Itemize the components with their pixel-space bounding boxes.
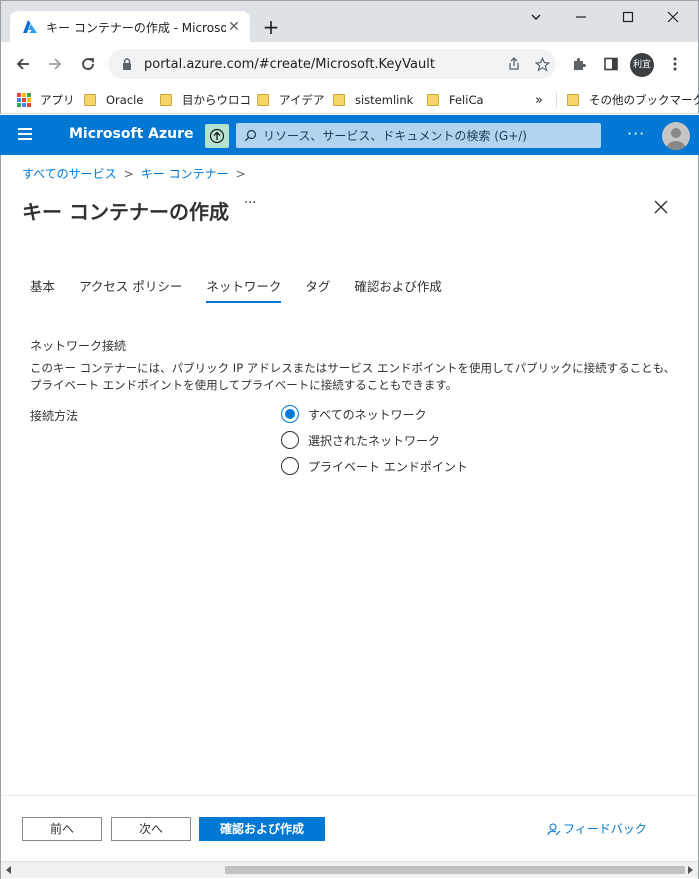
upgrade-icon[interactable] xyxy=(205,124,229,148)
url-text: portal.azure.com/#create/Microsoft.KeyVa… xyxy=(144,56,435,72)
bookmark-oracle[interactable]: Oracle xyxy=(84,90,143,110)
review-create-button[interactable]: 確認および作成 xyxy=(199,817,325,841)
bookmark-label: sistemlink xyxy=(355,93,414,107)
radio-label: 選択されたネットワーク xyxy=(308,433,441,448)
profile-avatar[interactable]: 利宜 xyxy=(630,53,654,77)
reload-icon[interactable] xyxy=(76,52,100,76)
folder-icon xyxy=(333,94,345,106)
radio-label: プライベート エンドポイント xyxy=(308,459,468,474)
tab-tags[interactable]: タグ xyxy=(305,276,330,303)
wizard-tabs: 基本 アクセス ポリシー ネットワーク タグ 確認および作成 xyxy=(30,276,466,303)
page-title: キー コンテナーの作成 xyxy=(22,200,229,224)
bookmark-label: FeliCa xyxy=(449,93,484,107)
search-icon xyxy=(244,129,257,142)
address-bar[interactable]: portal.azure.com/#create/Microsoft.KeyVa… xyxy=(108,49,556,79)
folder-icon xyxy=(84,94,96,106)
close-window-icon[interactable] xyxy=(663,9,683,29)
bookmarks-bar: アプリ Oracle 目からウロコ アイデア sistemlink FeliCa… xyxy=(0,86,699,114)
browser-tab-bar: キー コンテナーの作成 - Microsoft Az ✕ + xyxy=(0,0,699,43)
next-button[interactable]: 次へ xyxy=(111,817,191,841)
feedback-icon xyxy=(547,822,561,835)
main-content: すべてのサービス > キー コンテナー > キー コンテナーの作成 ··· 基本… xyxy=(0,155,699,879)
folder-icon xyxy=(257,94,269,106)
bookmarks-overflow-button[interactable]: » xyxy=(535,90,543,110)
extensions-icon[interactable] xyxy=(567,52,591,76)
browser-toolbar: portal.azure.com/#create/Microsoft.KeyVa… xyxy=(0,42,699,86)
tab-access-policy[interactable]: アクセス ポリシー xyxy=(79,276,182,303)
wizard-footer: 前へ 次へ 確認および作成 フィードバック xyxy=(1,795,698,865)
section-title: ネットワーク接続 xyxy=(30,339,127,353)
bookmark-mekarauroko[interactable]: 目からウロコ xyxy=(160,90,251,110)
more-options-icon[interactable]: ··· xyxy=(627,124,645,143)
tab-networking[interactable]: ネットワーク xyxy=(206,276,282,303)
apps-grid-icon xyxy=(17,93,31,107)
bookmark-apps[interactable]: アプリ xyxy=(17,90,75,110)
bookmark-felica[interactable]: FeliCa xyxy=(427,90,484,110)
tab-search-icon[interactable] xyxy=(526,9,546,29)
radio-private-endpoint[interactable]: プライベート エンドポイント xyxy=(281,453,468,479)
account-avatar[interactable] xyxy=(662,122,690,150)
bookmark-idea[interactable]: アイデア xyxy=(257,90,324,110)
previous-button[interactable]: 前へ xyxy=(22,817,102,841)
browser-tab[interactable]: キー コンテナーの作成 - Microsoft Az ✕ xyxy=(10,11,250,43)
new-tab-icon[interactable]: + xyxy=(261,17,281,37)
bookmarks-divider xyxy=(556,92,557,108)
chevron-right-icon: > xyxy=(123,166,134,181)
bookmark-label: アプリ xyxy=(40,93,75,107)
lock-icon xyxy=(123,58,131,70)
hamburger-menu-icon[interactable] xyxy=(18,128,32,140)
tab-review-create[interactable]: 確認および作成 xyxy=(354,276,442,303)
horizontal-scrollbar[interactable] xyxy=(1,861,698,878)
search-placeholder: リソース、サービス、ドキュメントの検索 (G+/) xyxy=(263,129,527,143)
azure-logo-icon xyxy=(23,20,37,33)
breadcrumb: すべてのサービス > キー コンテナー > xyxy=(22,165,253,182)
title-more-icon[interactable]: ··· xyxy=(244,196,256,211)
browser-menu-icon[interactable] xyxy=(663,52,687,76)
maximize-icon[interactable] xyxy=(618,9,638,29)
breadcrumb-key-vault[interactable]: キー コンテナー xyxy=(141,165,229,182)
bookmark-label: その他のブックマーク xyxy=(589,93,699,107)
global-search-input[interactable]: リソース、サービス、ドキュメントの検索 (G+/) xyxy=(236,123,601,148)
close-tab-icon[interactable]: ✕ xyxy=(226,19,242,35)
minimize-icon[interactable] xyxy=(571,9,591,29)
back-icon[interactable] xyxy=(11,52,35,76)
bookmark-sistemlink[interactable]: sistemlink xyxy=(333,90,413,110)
folder-icon xyxy=(427,94,439,106)
folder-icon xyxy=(160,94,172,106)
bookmark-label: アイデア xyxy=(279,93,325,107)
connection-method-radio-group: すべてのネットワーク 選択されたネットワーク プライベート エンドポイント xyxy=(281,401,468,479)
chevron-right-icon: > xyxy=(235,166,246,181)
browser-tab-title: キー コンテナーの作成 - Microsoft Az xyxy=(46,20,226,35)
bookmark-label: 目からウロコ xyxy=(182,93,251,107)
feedback-link[interactable]: フィードバック xyxy=(547,820,647,837)
scrollbar-thumb[interactable] xyxy=(225,866,685,874)
scroll-left-icon[interactable] xyxy=(6,866,11,874)
radio-selected-networks[interactable]: 選択されたネットワーク xyxy=(281,427,468,453)
bookmark-other[interactable]: その他のブックマーク xyxy=(567,90,699,110)
radio-checked-icon xyxy=(281,405,299,423)
bookmark-label: Oracle xyxy=(106,93,144,107)
radio-all-networks[interactable]: すべてのネットワーク xyxy=(281,401,468,427)
section-description: このキー コンテナーには、パブリック IP アドレスまたはサービス エンドポイン… xyxy=(30,361,676,392)
radio-label: すべてのネットワーク xyxy=(308,407,427,422)
breadcrumb-all-services[interactable]: すべてのサービス xyxy=(22,165,117,182)
side-panel-icon[interactable] xyxy=(599,52,623,76)
azure-brand[interactable]: Microsoft Azure xyxy=(69,126,194,142)
connection-method-label: 接続方法 xyxy=(30,409,79,423)
feedback-label: フィードバック xyxy=(563,822,647,836)
azure-top-bar: Microsoft Azure リソース、サービス、ドキュメントの検索 (G+/… xyxy=(0,115,699,155)
radio-unchecked-icon xyxy=(281,431,299,449)
close-blade-icon[interactable] xyxy=(651,197,671,217)
share-icon[interactable] xyxy=(500,50,528,78)
tab-basics[interactable]: 基本 xyxy=(30,276,55,303)
star-icon[interactable] xyxy=(528,50,556,78)
scroll-right-icon[interactable] xyxy=(688,866,693,874)
folder-icon xyxy=(567,94,579,106)
radio-unchecked-icon xyxy=(281,457,299,475)
forward-icon[interactable] xyxy=(43,52,67,76)
